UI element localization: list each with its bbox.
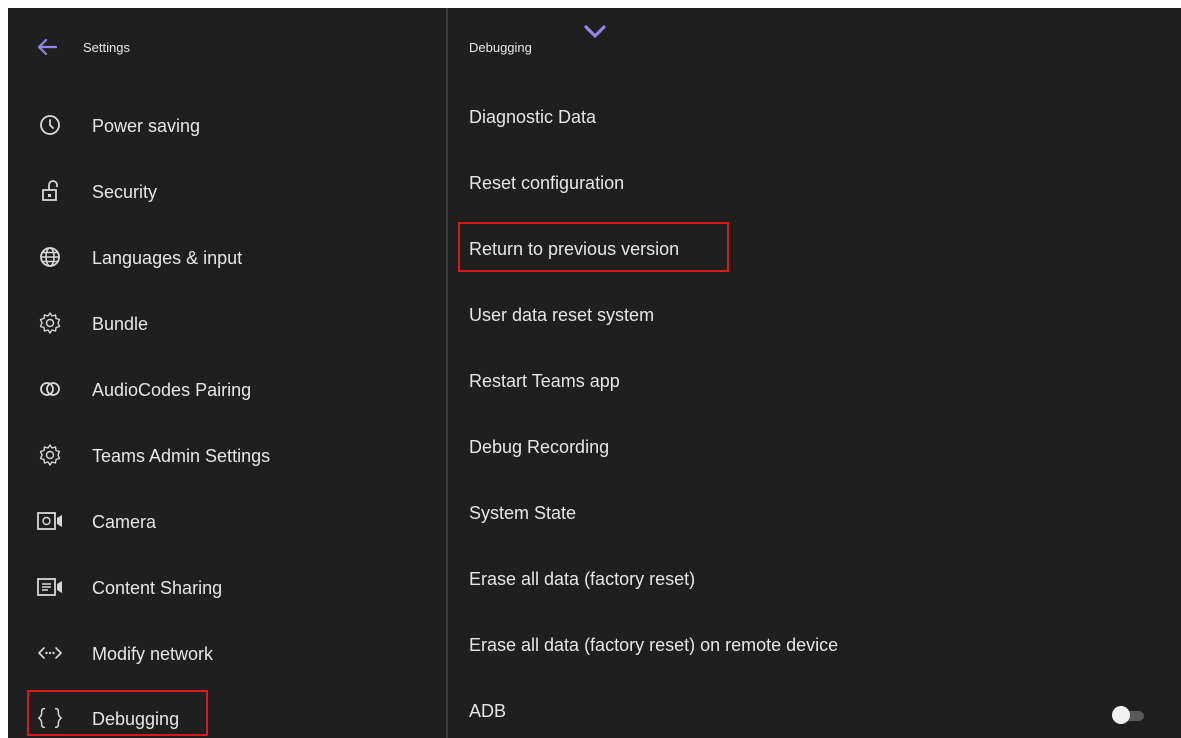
sidebar-item-camera[interactable]: Camera [8,493,446,549]
menu-item-user-data-reset-system[interactable]: User data reset system [469,295,654,335]
debugging-title: Debugging [469,39,532,55]
debugging-panel: Debugging Diagnostic Data Reset configur… [448,8,1181,738]
braces-icon [36,704,64,732]
sidebar-item-content-sharing[interactable]: Content Sharing [8,559,446,615]
sidebar-item-label: Camera [92,512,157,532]
sidebar-item-label: Teams Admin Settings [92,446,271,466]
globe-icon [36,243,64,271]
sidebar-item-label: Bundle [92,314,149,334]
adb-toggle[interactable] [1110,704,1148,726]
menu-item-return-to-previous-version[interactable]: Return to previous version [469,229,679,269]
menu-item-adb[interactable]: ADB [469,691,506,731]
settings-sidebar: Settings Power saving Security Languages… [8,8,446,738]
sidebar-item-label: Power saving [92,116,201,136]
menu-item-erase-all-data-remote[interactable]: Erase all data (factory reset) on remote… [469,625,838,665]
gear-icon [36,309,64,337]
network-icon [36,639,64,667]
gear-icon [36,441,64,469]
sidebar-item-languages[interactable]: Languages & input [8,229,446,285]
settings-title: Settings [83,39,130,55]
sidebar-item-label: Security [92,182,158,202]
sidebar-item-label: Languages & input [92,248,243,268]
pairing-icon [36,375,64,403]
unlock-icon [36,177,64,205]
back-arrow-icon[interactable] [34,34,60,60]
sidebar-item-bundle[interactable]: Bundle [8,295,446,351]
sidebar-item-audiocodes-pairing[interactable]: AudioCodes Pairing [8,361,446,417]
sidebar-item-power-saving[interactable]: Power saving [8,97,446,153]
adb-toggle-thumb [1112,706,1130,724]
chevron-down-icon[interactable] [582,22,608,42]
menu-item-erase-all-data[interactable]: Erase all data (factory reset) [469,559,695,599]
sidebar-item-label: Content Sharing [92,578,223,598]
clock-icon [36,111,64,139]
camera-icon [36,507,64,535]
settings-screen: Settings Power saving Security Languages… [8,8,1181,738]
sidebar-item-teams-admin-settings[interactable]: Teams Admin Settings [8,427,446,483]
sidebar-item-label: Modify network [92,644,214,664]
menu-item-reset-configuration[interactable]: Reset configuration [469,163,624,203]
menu-item-system-state[interactable]: System State [469,493,576,533]
menu-item-restart-teams-app[interactable]: Restart Teams app [469,361,620,401]
sidebar-item-debugging[interactable]: Debugging [8,690,446,738]
sidebar-item-label: AudioCodes Pairing [92,380,252,400]
sidebar-item-modify-network[interactable]: Modify network [8,625,446,681]
menu-item-debug-recording[interactable]: Debug Recording [469,427,609,467]
sidebar-item-label: Debugging [92,709,180,729]
menu-item-diagnostic-data[interactable]: Diagnostic Data [469,97,596,137]
sidebar-item-security[interactable]: Security [8,163,446,219]
content-sharing-icon [36,573,64,601]
